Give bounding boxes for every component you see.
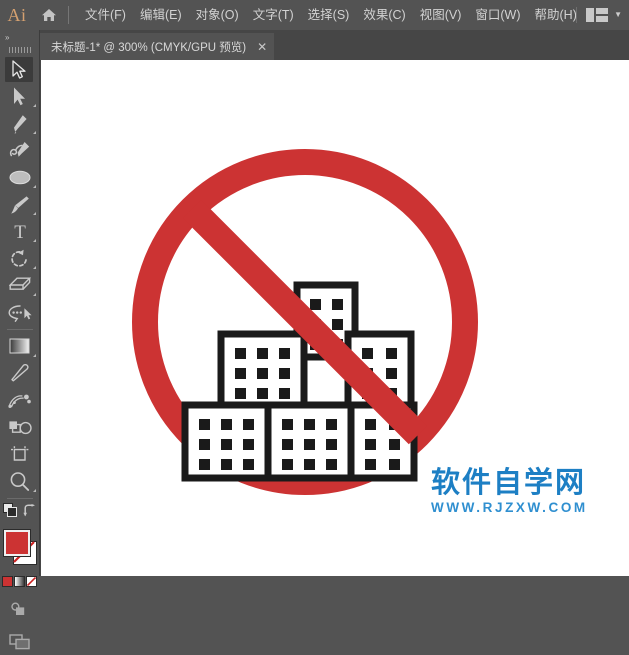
color-mode-swatches	[0, 576, 39, 587]
tool-type[interactable]: T	[0, 218, 39, 245]
document-tab-label: 未标题-1* @ 300% (CMYK/GPU 预览)	[51, 41, 247, 54]
tool-rotate[interactable]	[0, 245, 39, 272]
close-icon[interactable]: ✕	[257, 41, 267, 53]
tool-eyedropper[interactable]	[0, 360, 39, 387]
menu-item-file[interactable]: 文件(F)	[78, 0, 133, 30]
artboard[interactable]: 软件自学网 WWW.RJZXW.COM	[41, 60, 629, 576]
menu-item-edit[interactable]: 编辑(E)	[133, 0, 189, 30]
tool-drawing-mode[interactable]	[0, 596, 39, 623]
panel-drag-grip[interactable]	[0, 44, 39, 56]
tool-flyout-indicator	[33, 185, 36, 188]
building-bottom-left	[181, 401, 272, 482]
swap-fill-stroke-icon[interactable]	[23, 504, 36, 522]
menu-item-type[interactable]: 文字(T)	[246, 0, 301, 30]
watermark: 软件自学网 WWW.RJZXW.COM	[431, 468, 588, 515]
canvas-area[interactable]: 软件自学网 WWW.RJZXW.COM	[40, 60, 629, 576]
none-color-icon[interactable]	[26, 576, 37, 587]
document-tab[interactable]: 未标题-1* @ 300% (CMYK/GPU 预览) ✕	[40, 33, 275, 60]
tool-blend[interactable]	[0, 387, 39, 414]
no-buildings-prohibition-sign[interactable]	[125, 142, 485, 502]
tool-direct-selection[interactable]	[0, 83, 39, 110]
tool-flyout-indicator	[33, 266, 36, 269]
tool-shape-builder[interactable]	[0, 414, 39, 441]
default-fill-stroke-icon[interactable]	[3, 503, 18, 523]
menu-bar: Ai 文件(F) 编辑(E) 对象(O) 文字(T) 选择(S) 效果(C) 视…	[0, 0, 629, 30]
illustrator-window: Ai 文件(F) 编辑(E) 对象(O) 文字(T) 选择(S) 效果(C) 视…	[0, 0, 629, 649]
tool-lasso-select[interactable]	[0, 299, 39, 326]
tool-flyout-indicator	[33, 131, 36, 134]
tools-panel: » T	[0, 30, 40, 649]
tool-screen-mode[interactable]	[0, 628, 39, 655]
app-logo: Ai	[7, 5, 27, 25]
watermark-url: WWW.RJZXW.COM	[431, 500, 588, 515]
building-bottom-middle	[264, 401, 355, 482]
toolbar-divider	[6, 498, 33, 499]
menu-item-effect[interactable]: 效果(C)	[356, 0, 412, 30]
menu-item-object[interactable]: 对象(O)	[189, 0, 246, 30]
fill-stroke-swatches	[0, 525, 39, 573]
chevron-down-icon[interactable]: ▼	[614, 11, 622, 19]
tool-gradient[interactable]	[0, 333, 39, 360]
tool-flyout-indicator	[33, 104, 36, 107]
toolbar-divider	[6, 329, 33, 330]
menu-item-select[interactable]: 选择(S)	[301, 0, 357, 30]
tool-flyout-indicator	[33, 239, 36, 242]
tool-flyout-indicator	[33, 212, 36, 215]
building-middle-left	[217, 330, 308, 411]
solid-color-icon[interactable]	[2, 576, 13, 587]
gradient-icon[interactable]	[14, 576, 25, 587]
watermark-chinese: 软件自学网	[431, 465, 587, 499]
collapse-panel-icon[interactable]: »	[0, 30, 39, 44]
menu-divider	[68, 6, 69, 24]
tool-curvature[interactable]	[0, 137, 39, 164]
document-tab-bar: 未标题-1* @ 300% (CMYK/GPU 预览) ✕	[0, 30, 629, 60]
tool-artboard[interactable]	[0, 441, 39, 468]
fill-swatch[interactable]	[3, 529, 31, 557]
tool-selection[interactable]	[0, 56, 39, 83]
menu-item-view[interactable]: 视图(V)	[413, 0, 469, 30]
menu-item-window[interactable]: 窗口(W)	[468, 0, 527, 30]
tool-ellipse[interactable]	[0, 164, 39, 191]
tool-flyout-indicator	[33, 293, 36, 296]
workspace-divider	[576, 7, 578, 23]
color-controls-row	[0, 502, 39, 524]
home-icon[interactable]	[34, 0, 64, 30]
tool-pen[interactable]	[0, 110, 39, 137]
tool-zoom[interactable]	[0, 468, 39, 495]
tool-paintbrush[interactable]	[0, 191, 39, 218]
svg-text:T: T	[14, 222, 26, 241]
tool-flyout-indicator	[33, 354, 36, 357]
menu-items: 文件(F) 编辑(E) 对象(O) 文字(T) 选择(S) 效果(C) 视图(V…	[78, 0, 584, 30]
menubar-right-cluster: ▼	[576, 0, 629, 30]
tool-eraser[interactable]	[0, 272, 39, 299]
workspace-layout-icon[interactable]	[586, 8, 609, 22]
tool-flyout-indicator	[33, 489, 36, 492]
